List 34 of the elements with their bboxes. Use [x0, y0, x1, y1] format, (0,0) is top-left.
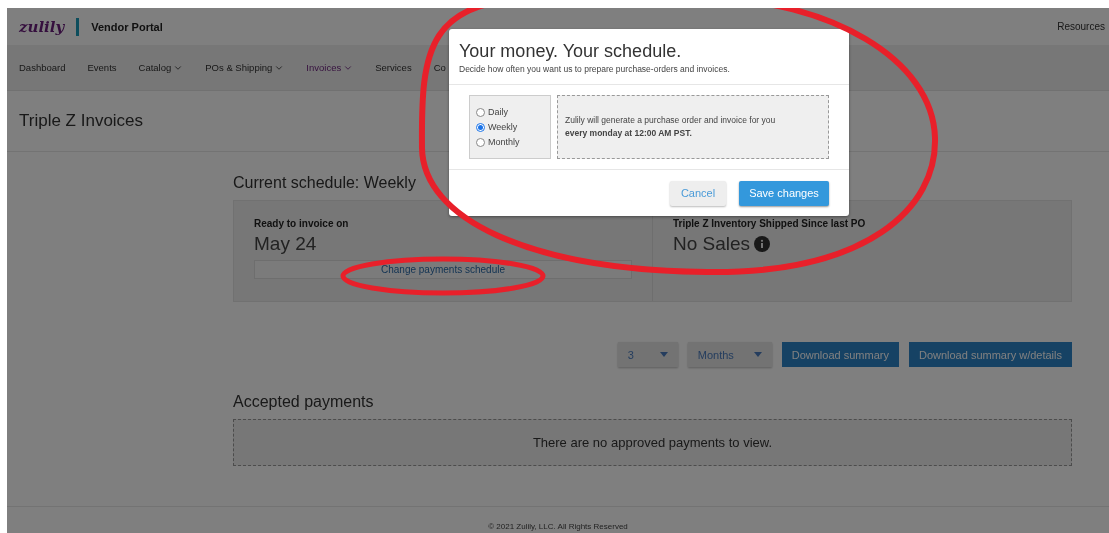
- copyright: © 2021 Zulily, LLC. All Rights Reserved: [488, 522, 628, 531]
- count-dropdown[interactable]: 3: [617, 342, 678, 367]
- invoice-label: Ready to invoice on: [254, 218, 350, 229]
- info-icon: [754, 236, 771, 252]
- nav-item[interactable]: Catalog: [138, 62, 184, 73]
- frequency-radio[interactable]: Weekly: [476, 122, 550, 132]
- invoice-date: May 24: [254, 233, 318, 255]
- page-title: Triple Z Invoices: [19, 111, 144, 131]
- nav-item[interactable]: Co: [433, 62, 446, 73]
- nav-item[interactable]: Dashboard: [19, 62, 66, 73]
- download-button[interactable]: Download summary: [781, 342, 899, 367]
- caret-icon: [659, 352, 668, 357]
- nav-item[interactable]: Services: [375, 62, 412, 73]
- unit-dropdown[interactable]: Months: [687, 342, 772, 367]
- caret-icon: [753, 352, 762, 357]
- dialog-subtitle: Decide how often you want us to prepare purchase-orders and invoices.: [459, 64, 731, 74]
- nav-item[interactable]: Invoices: [306, 62, 354, 73]
- cancel-button[interactable]: Cancel: [670, 180, 726, 206]
- save-button[interactable]: Save changes: [739, 180, 829, 206]
- resources-link[interactable]: Resources: [1057, 21, 1105, 32]
- inventory-value: No Sales: [673, 233, 751, 255]
- schedule-heading: Current schedule: Weekly: [233, 174, 417, 192]
- frequency-radio[interactable]: Daily: [476, 107, 550, 117]
- dialog-title: Your money. Your schedule.: [459, 41, 683, 62]
- nav-item[interactable]: Events: [87, 62, 117, 73]
- frequency-radio[interactable]: Monthly: [476, 137, 550, 147]
- logo: zulily: [19, 17, 65, 36]
- download-button[interactable]: Download summary w/details: [908, 342, 1072, 367]
- nav-item[interactable]: POs & Shipping: [205, 62, 285, 73]
- payments-heading: Accepted payments: [233, 393, 375, 411]
- empty-message: There are no approved payments to view.: [233, 419, 1072, 466]
- inventory-label: Triple Z Inventory Shipped Since last PO: [673, 218, 867, 229]
- portal-title: Vendor Portal: [91, 20, 163, 33]
- schedule-description: Zulily will generate a purchase order and invoice for you every monday at 12:00 AM PST.: [565, 114, 777, 140]
